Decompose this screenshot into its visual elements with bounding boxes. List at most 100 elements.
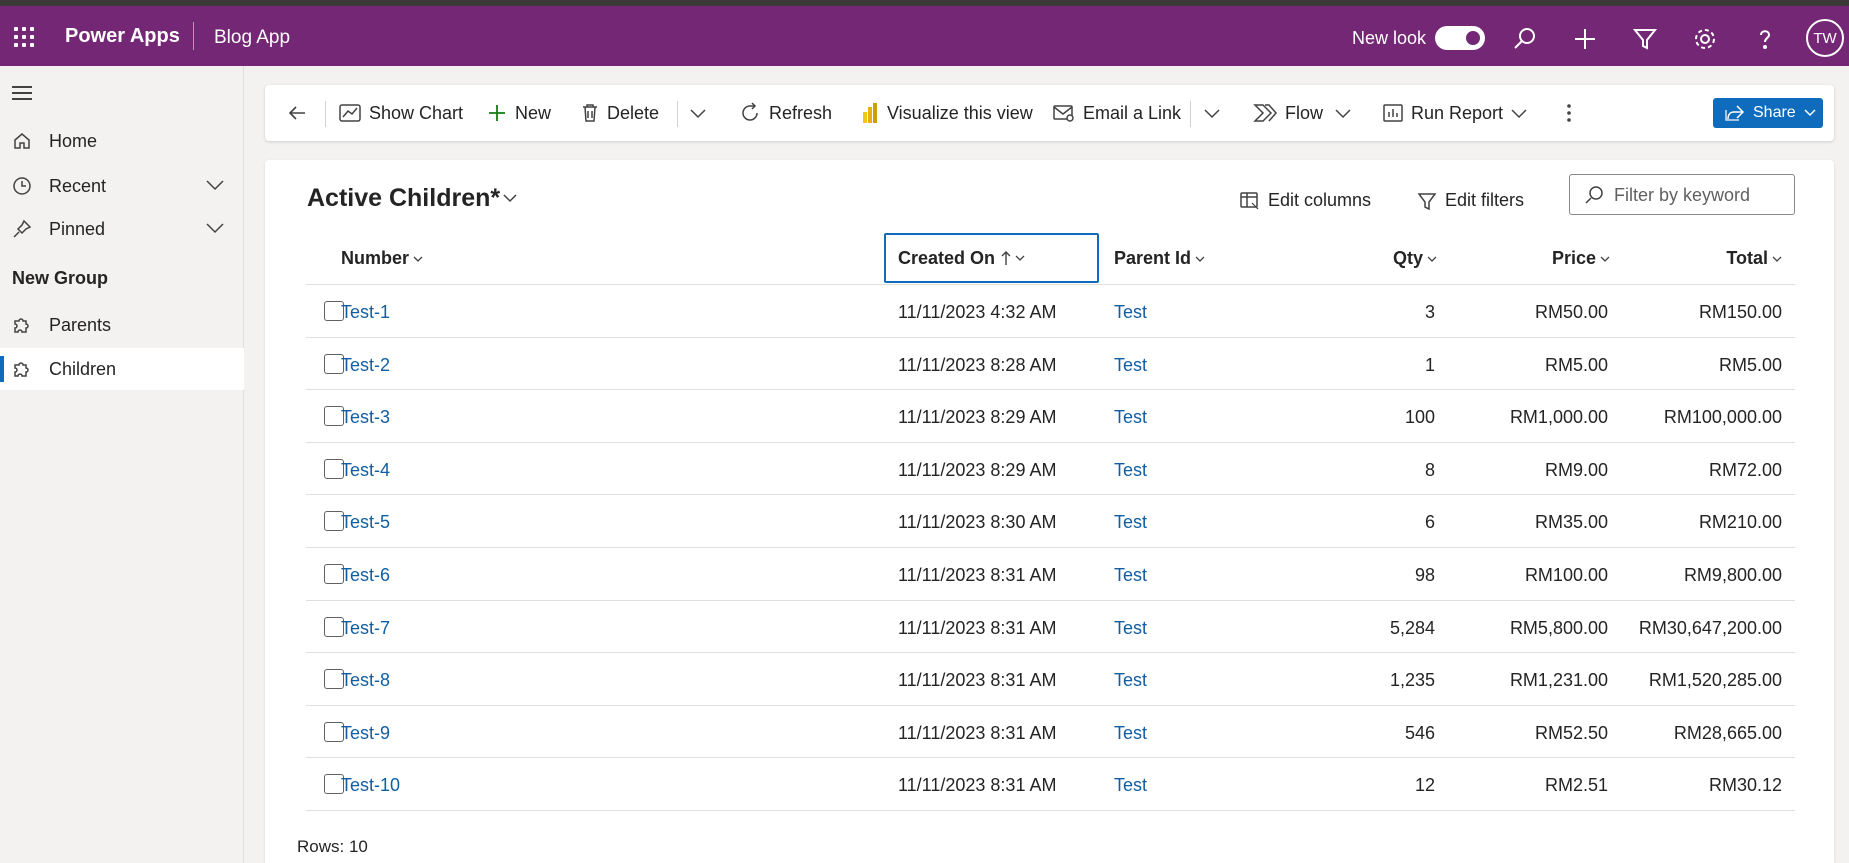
number-link[interactable]: Test-1: [341, 302, 390, 323]
column-header-number[interactable]: Number: [341, 232, 423, 285]
sidebar-item-parents[interactable]: Parents: [0, 304, 244, 346]
puzzle-icon: [14, 362, 29, 377]
table-row[interactable]: Test-6 11/11/2023 8:31 AM Test 98 RM100.…: [306, 548, 1795, 601]
parent-id-link[interactable]: Test: [1114, 723, 1147, 744]
chevron-down-icon[interactable]: [205, 221, 225, 235]
app-launcher-icon[interactable]: [14, 27, 34, 47]
trash-icon: [583, 104, 597, 122]
table-row[interactable]: Test-10 11/11/2023 8:31 AM Test 12 RM2.5…: [306, 758, 1795, 811]
column-header-created-on[interactable]: Created On: [884, 233, 1099, 283]
new-button[interactable]: New: [487, 99, 551, 127]
column-header-parent-id[interactable]: Parent Id: [1114, 232, 1205, 285]
brand-title[interactable]: Power Apps: [65, 25, 180, 48]
filter-icon[interactable]: [1632, 26, 1658, 52]
total-cell: RM28,665.00: [1673, 722, 1782, 743]
chart-icon: [339, 104, 361, 122]
parent-id-link[interactable]: Test: [1114, 618, 1147, 639]
table-row[interactable]: Test-7 11/11/2023 8:31 AM Test 5,284 RM5…: [306, 601, 1795, 654]
search-icon[interactable]: [1512, 26, 1538, 52]
chevron-down-icon: [1427, 256, 1437, 262]
more-options-button[interactable]: [1565, 99, 1581, 127]
help-icon[interactable]: [1752, 26, 1778, 52]
email-link-button[interactable]: Email a Link: [1053, 99, 1181, 127]
parent-id-link[interactable]: Test: [1114, 565, 1147, 586]
sidebar-item-label: Children: [49, 358, 117, 379]
user-avatar[interactable]: TW: [1806, 19, 1844, 57]
number-link[interactable]: Test-10: [341, 775, 400, 796]
column-header-label: Number: [341, 248, 410, 268]
new-look-toggle[interactable]: [1435, 26, 1485, 50]
flow-dropdown[interactable]: [1334, 99, 1360, 127]
filter-by-keyword-input[interactable]: [1614, 183, 1784, 207]
parent-id-link[interactable]: Test: [1114, 670, 1147, 691]
edit-columns-button[interactable]: Edit columns: [1240, 190, 1371, 211]
sidebar-item-children[interactable]: Children: [0, 348, 244, 390]
show-chart-label: Show Chart: [369, 102, 464, 123]
number-link[interactable]: Test-3: [341, 407, 390, 428]
show-chart-button[interactable]: Show Chart: [339, 99, 463, 127]
column-header-price[interactable]: Price: [1552, 232, 1610, 285]
refresh-button[interactable]: Refresh: [739, 99, 832, 127]
table-row[interactable]: Test-4 11/11/2023 8:29 AM Test 8 RM9.00 …: [306, 443, 1795, 496]
number-link[interactable]: Test-8: [341, 670, 390, 691]
qty-cell: 8: [1424, 459, 1435, 480]
total-cell: RM100,000.00: [1663, 407, 1782, 428]
new-label: New: [515, 102, 552, 123]
share-label: Share: [1753, 104, 1796, 121]
view-selector-chevron-icon[interactable]: [502, 193, 518, 203]
run-report-dropdown[interactable]: [1510, 99, 1536, 127]
parent-id-link[interactable]: Test: [1114, 407, 1147, 428]
number-link[interactable]: Test-2: [341, 355, 390, 376]
sidebar-item-home[interactable]: Home: [0, 120, 244, 162]
chevron-down-icon: [1511, 109, 1527, 119]
parent-id-link[interactable]: Test: [1114, 460, 1147, 481]
more-commands-dropdown-2[interactable]: [1203, 99, 1229, 127]
price-cell: RM9.00: [1544, 459, 1608, 480]
back-button[interactable]: [287, 99, 315, 127]
settings-icon[interactable]: [1692, 26, 1718, 52]
column-header-label: Price: [1551, 248, 1596, 268]
share-button[interactable]: Share: [1713, 98, 1823, 128]
delete-button[interactable]: Delete: [581, 99, 659, 127]
filter-by-keyword-box[interactable]: [1569, 174, 1795, 215]
sidebar-item-recent[interactable]: Recent: [0, 165, 244, 207]
table-row[interactable]: Test-1 11/11/2023 4:32 AM Test 3 RM50.00…: [306, 285, 1795, 338]
edit-columns-icon: [1240, 191, 1259, 209]
number-link[interactable]: Test-4: [341, 460, 390, 481]
email-link-label: Email a Link: [1083, 102, 1182, 123]
number-link[interactable]: Test-9: [341, 723, 390, 744]
price-cell: RM1,231.00: [1509, 670, 1608, 691]
visualize-view-button[interactable]: Visualize this view: [861, 99, 1033, 127]
created-on-cell: 11/11/2023 8:31 AM: [898, 564, 1057, 585]
parent-id-link[interactable]: Test: [1114, 775, 1147, 796]
qty-cell: 3: [1424, 302, 1435, 322]
puzzle-icon: [14, 318, 29, 333]
qty-cell: 5,284: [1389, 617, 1435, 638]
edit-filters-button[interactable]: Edit filters: [1417, 190, 1524, 211]
chevron-down-icon[interactable]: [205, 178, 225, 192]
table-row[interactable]: Test-8 11/11/2023 8:31 AM Test 1,235 RM1…: [306, 653, 1795, 706]
table-row[interactable]: Test-9 11/11/2023 8:31 AM Test 546 RM52.…: [306, 706, 1795, 759]
data-grid: Number Created On Parent Id Qty Price To…: [306, 232, 1795, 811]
number-link[interactable]: Test-6: [341, 565, 390, 586]
flow-button[interactable]: Flow: [1253, 99, 1323, 127]
hamburger-menu-icon[interactable]: [12, 86, 32, 100]
column-header-total[interactable]: Total: [1726, 232, 1782, 285]
power-bi-icon: [863, 103, 877, 123]
view-title[interactable]: Active Children*: [307, 184, 500, 213]
parent-id-link[interactable]: Test: [1114, 512, 1147, 533]
table-row[interactable]: Test-2 11/11/2023 8:28 AM Test 1 RM5.00 …: [306, 338, 1795, 391]
run-report-button[interactable]: Run Report: [1383, 99, 1503, 127]
price-cell: RM100.00: [1524, 564, 1608, 585]
parent-id-link[interactable]: Test: [1114, 355, 1147, 376]
sidebar-item-pinned[interactable]: Pinned: [0, 208, 244, 250]
app-name[interactable]: Blog App: [214, 27, 290, 49]
more-commands-dropdown[interactable]: [689, 99, 715, 127]
number-link[interactable]: Test-7: [341, 618, 390, 639]
table-row[interactable]: Test-3 11/11/2023 8:29 AM Test 100 RM1,0…: [306, 390, 1795, 443]
column-header-qty[interactable]: Qty: [1393, 232, 1437, 285]
number-link[interactable]: Test-5: [341, 512, 390, 533]
table-row[interactable]: Test-5 11/11/2023 8:30 AM Test 6 RM35.00…: [306, 495, 1795, 548]
add-icon[interactable]: [1572, 26, 1598, 52]
parent-id-link[interactable]: Test: [1114, 302, 1147, 323]
